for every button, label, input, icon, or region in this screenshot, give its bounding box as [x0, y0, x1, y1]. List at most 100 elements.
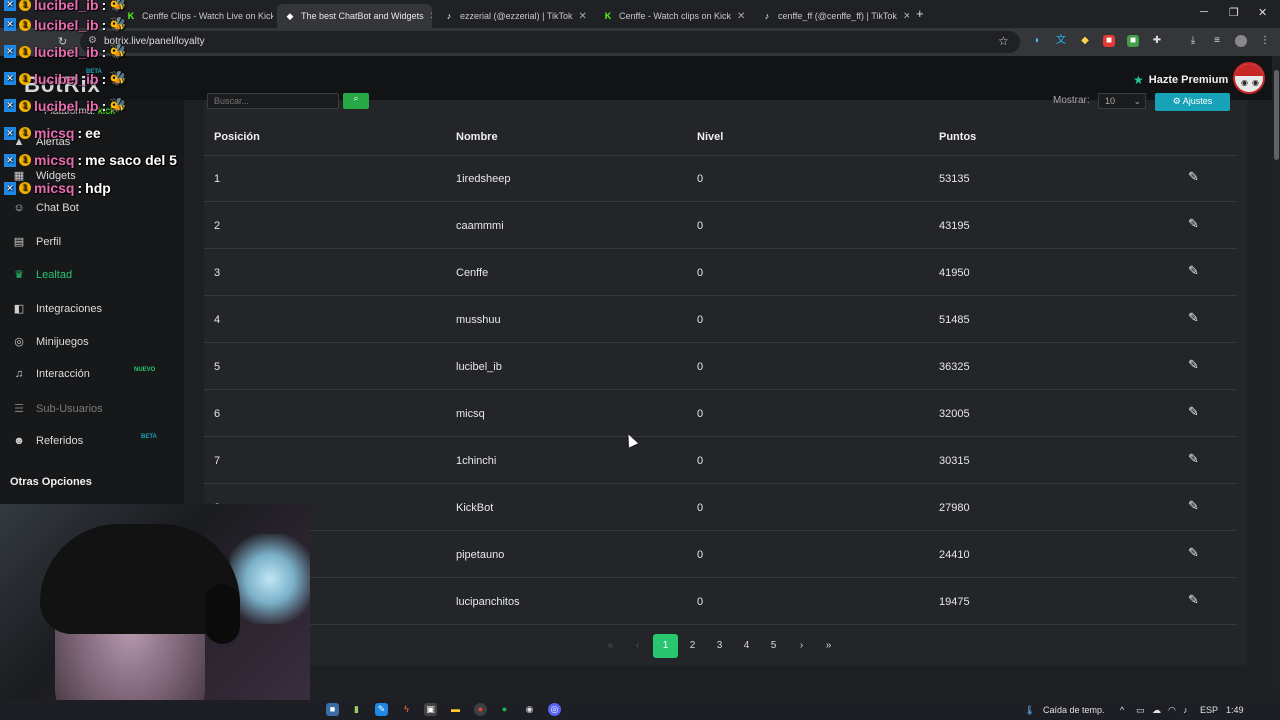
- page-button[interactable]: 3: [707, 634, 732, 658]
- folder-icon[interactable]: ▬: [449, 703, 462, 716]
- kick-icon: K: [604, 11, 612, 21]
- close-icon[interactable]: ✕: [903, 11, 909, 22]
- spotify-icon[interactable]: ●: [498, 703, 511, 716]
- edit-pencil-icon[interactable]: ✎: [1188, 545, 1199, 561]
- edit-pencil-icon[interactable]: ✎: [1188, 310, 1199, 326]
- premium-label: Hazte Premium: [1148, 74, 1229, 86]
- cell-name: lucipanchitos: [456, 596, 520, 608]
- network-icon[interactable]: ☁: [1152, 705, 1161, 716]
- edit-pencil-icon[interactable]: ✎: [1188, 216, 1199, 232]
- close-icon[interactable]: ✕: [579, 11, 587, 22]
- sidebar-item-minijuegos[interactable]: ◎ Minijuegos: [12, 335, 88, 349]
- edit-pencil-icon[interactable]: ✎: [1188, 263, 1199, 279]
- page-button[interactable]: 2: [680, 634, 705, 658]
- badge-icon: ✕: [4, 126, 16, 140]
- cell-points: 51485: [939, 314, 970, 326]
- url-field[interactable]: ⚙ botrix.live/panel/loyalty: [80, 31, 1020, 53]
- new-tab-button[interactable]: +: [916, 6, 924, 21]
- other-options-heading: Otras Opciones: [10, 476, 92, 488]
- cell-level: 0: [697, 502, 704, 514]
- edit-pencil-icon[interactable]: ✎: [1188, 592, 1199, 608]
- extension-icon[interactable]: ◗: [1031, 35, 1043, 47]
- cell-level: 0: [697, 314, 704, 326]
- sidebar-item-chat-bot[interactable]: ☺ Chat Bot: [12, 202, 79, 214]
- edit-pencil-icon[interactable]: ✎: [1188, 404, 1199, 420]
- edit-pencil-icon[interactable]: ✎: [1188, 451, 1199, 467]
- prev-page-button[interactable]: ‹: [625, 634, 650, 658]
- chat-message: ✕ 1 lucibel_ib : 🐝: [4, 70, 127, 87]
- last-page-button[interactable]: »: [816, 634, 841, 658]
- cell-points: 32005: [939, 408, 970, 420]
- profile-avatar[interactable]: [1235, 35, 1247, 47]
- first-page-button[interactable]: «: [598, 634, 623, 658]
- star-icon: ★: [1133, 73, 1144, 87]
- wifi-icon[interactable]: ◠: [1168, 705, 1176, 716]
- music-icon: ♫: [14, 368, 24, 380]
- sidebar-item-perfil[interactable]: ▤ Perfil: [12, 235, 61, 249]
- extension-icon[interactable]: ◆: [1079, 35, 1091, 47]
- search-input[interactable]: [207, 93, 339, 109]
- puzzle-icon[interactable]: ✚: [1151, 35, 1163, 47]
- app-icon[interactable]: ■: [326, 703, 339, 716]
- page-button[interactable]: 1: [653, 634, 678, 658]
- discord-icon[interactable]: ◎: [548, 703, 561, 716]
- tray-chevron-icon[interactable]: ^: [1120, 705, 1124, 715]
- app-icon[interactable]: ▣: [424, 703, 437, 716]
- chat-message: ✕ 1 lucibel_ib : 🐝: [4, 97, 127, 114]
- extension-icon[interactable]: ■: [1127, 35, 1139, 47]
- page-size-select[interactable]: 10 ⌄: [1098, 93, 1146, 109]
- app-icon[interactable]: ▮: [350, 703, 363, 716]
- language-indicator[interactable]: ESP: [1200, 705, 1218, 715]
- edit-pencil-icon[interactable]: ✎: [1188, 169, 1199, 185]
- show-label: Mostrar:: [1053, 95, 1090, 106]
- badge-icon: 1: [19, 99, 31, 112]
- tray-icon[interactable]: ▭: [1136, 705, 1145, 716]
- adblock-icon[interactable]: ■: [1103, 35, 1115, 47]
- chevron-down-icon: ⌄: [1133, 96, 1141, 106]
- table-row: 10 lucipanchitos 0 19475 ✎: [204, 578, 1237, 625]
- premium-button[interactable]: ★ Hazte Premium: [1133, 73, 1228, 87]
- bookmark-star-icon[interactable]: ☆: [998, 34, 1009, 48]
- sidebar-item-interaccion[interactable]: ♫ Interacción: [12, 368, 90, 380]
- beta-badge: BETA: [141, 434, 157, 440]
- close-icon[interactable]: ✕: [430, 11, 432, 22]
- maximize-icon[interactable]: ❐: [1229, 6, 1239, 19]
- browser-tab[interactable]: ♪ cenffe_ff (@cenffe_ff) | TikTok ✕: [754, 4, 909, 28]
- browser-tab[interactable]: ♪ ezzerial (@ezzerial) | TikTok ✕: [436, 4, 591, 28]
- sidebar-item-label: Chat Bot: [36, 202, 79, 214]
- weather-text[interactable]: Caída de temp.: [1043, 705, 1105, 715]
- clock[interactable]: 1:49: [1226, 705, 1244, 715]
- sidebar-item-referidos[interactable]: ☻ Referidos: [12, 435, 83, 447]
- edit-pencil-icon[interactable]: ✎: [1188, 498, 1199, 514]
- page-button[interactable]: 5: [761, 634, 786, 658]
- next-page-button[interactable]: ›: [789, 634, 814, 658]
- sidebar-item-integraciones[interactable]: ◧ Integraciones: [12, 302, 102, 316]
- browser-tab-active[interactable]: ◆ The best ChatBot and Widgets ✕: [277, 4, 432, 28]
- obs-icon[interactable]: ◉: [523, 703, 536, 716]
- user-avatar[interactable]: ◉◉: [1233, 62, 1265, 94]
- close-icon[interactable]: ✕: [737, 11, 745, 22]
- volume-icon[interactable]: ♪: [1183, 705, 1188, 715]
- download-icon[interactable]: ⤓: [1187, 35, 1199, 47]
- badge-icon: 1: [19, 127, 31, 139]
- chat-message: ✕ 1 lucibel_ib : 🐝: [4, 16, 127, 33]
- search-button[interactable]: ⌕: [343, 93, 369, 109]
- window-close-icon[interactable]: ✕: [1258, 6, 1267, 19]
- minimize-icon[interactable]: ─: [1200, 6, 1208, 18]
- sidebar-item-label: Interacción: [36, 368, 90, 380]
- search-icon: ⌕: [353, 93, 359, 103]
- media-icon[interactable]: ≡: [1211, 35, 1223, 47]
- settings-button[interactable]: ⚙ Ajustes: [1155, 93, 1230, 111]
- browser-tab[interactable]: K Cenffe - Watch clips on Kick ✕: [595, 4, 750, 28]
- translate-icon[interactable]: 文: [1055, 35, 1067, 47]
- page-button[interactable]: 4: [734, 634, 759, 658]
- browser-tab[interactable]: K Cenffe Clips - Watch Live on Kick ✕: [118, 4, 273, 28]
- scrollbar-thumb[interactable]: [1274, 70, 1279, 160]
- app-icon[interactable]: ϟ: [400, 703, 413, 716]
- chrome-icon[interactable]: ●: [474, 703, 487, 716]
- menu-kebab-icon[interactable]: ⋮: [1259, 35, 1271, 47]
- sidebar-item-lealtad[interactable]: ♛ Lealtad: [12, 268, 72, 282]
- app-icon[interactable]: ✎: [375, 703, 388, 716]
- sidebar-item-sub-usuarios[interactable]: ☰ Sub-Usuarios: [12, 402, 103, 416]
- edit-pencil-icon[interactable]: ✎: [1188, 357, 1199, 373]
